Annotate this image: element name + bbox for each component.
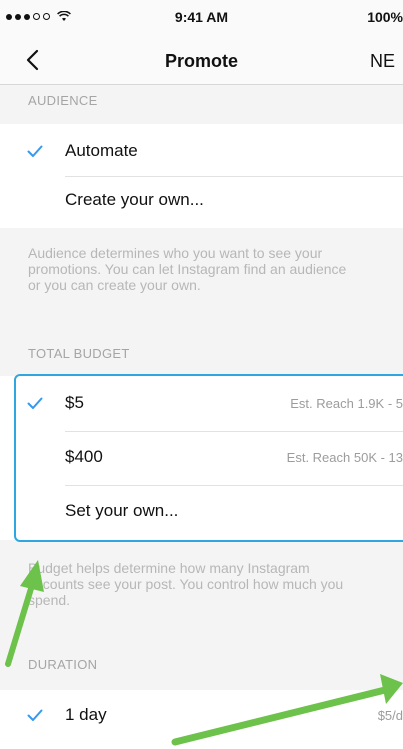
annotation-arrows xyxy=(5,560,403,746)
arrow-left-icon xyxy=(5,560,44,667)
arrow-right-icon xyxy=(171,674,403,746)
